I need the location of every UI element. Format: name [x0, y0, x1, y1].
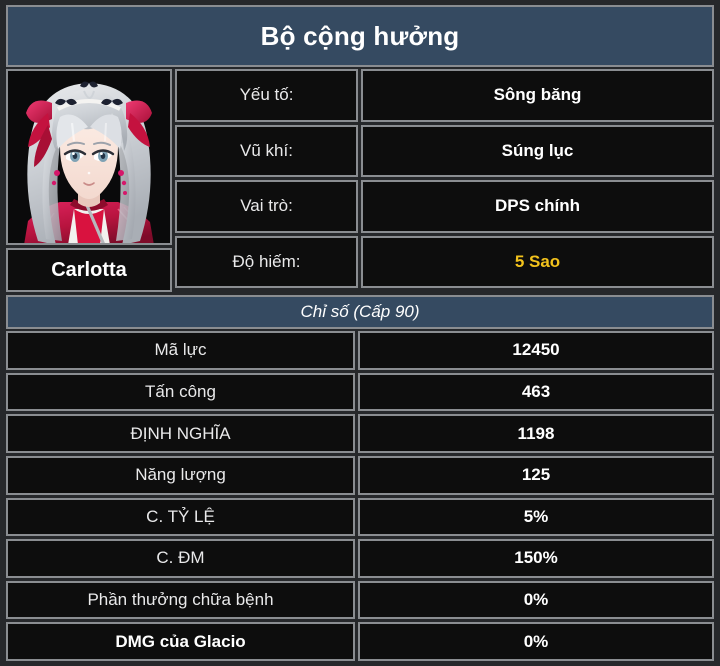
stats-section-title: Chỉ số (Cấp 90): [300, 302, 420, 321]
stat-value-glacio-dmg: 0%: [358, 622, 714, 661]
table-row: DMG của Glacio 0%: [6, 622, 714, 661]
character-portrait: [6, 69, 172, 245]
stat-label-healing-bonus: Phần thưởng chữa bệnh: [6, 580, 355, 620]
info-value-element: Sông băng: [361, 69, 714, 122]
stat-label-crit-rate: C. TỶ LỆ: [6, 497, 355, 537]
stat-value-energy: 125: [358, 455, 714, 495]
stat-label-crit-dmg: C. ĐM: [6, 539, 355, 578]
info-label-weapon: Vũ khí:: [175, 124, 358, 177]
stat-label-atk: Tấn công: [6, 372, 355, 412]
info-row: Vai trò: DPS chính: [175, 180, 714, 233]
stat-value-healing-bonus: 0%: [358, 580, 714, 620]
stat-value-atk: 463: [358, 372, 714, 412]
character-summary-section: Carlotta Yếu tố: Sông băng Vũ khí: Súng …: [6, 69, 714, 292]
info-label-role: Vai trò:: [175, 180, 358, 233]
stat-label-energy: Năng lượng: [6, 455, 355, 495]
character-name: Carlotta: [51, 258, 127, 281]
character-portrait-carlotta-icon: [8, 71, 170, 243]
info-label-element: Yếu tố:: [175, 69, 358, 122]
info-row: Độ hiếm: 5 Sao: [175, 235, 714, 288]
resonator-info-card: Bộ cộng hưởng Carlotta Yếu tố: Sông băng…: [0, 0, 720, 666]
info-row: Vũ khí: Súng lục: [175, 124, 714, 177]
stat-value-crit-dmg: 150%: [358, 539, 714, 578]
stats-table: Mã lực 12450 Tấn công 463 ĐỊNH NGHĨA 119…: [6, 331, 714, 661]
card-title-bar: Bộ cộng hưởng: [6, 5, 714, 67]
table-row: Năng lượng 125: [6, 455, 714, 495]
stat-value-crit-rate: 5%: [358, 497, 714, 537]
table-row: Mã lực 12450: [6, 331, 714, 370]
info-label-rarity: Độ hiếm:: [175, 235, 358, 288]
table-row: C. ĐM 150%: [6, 539, 714, 578]
character-info-column: Yếu tố: Sông băng Vũ khí: Súng lục Vai t…: [175, 69, 714, 292]
table-row: Tấn công 463: [6, 372, 714, 412]
table-row: ĐỊNH NGHĨA 1198: [6, 414, 714, 453]
table-row: Phần thưởng chữa bệnh 0%: [6, 580, 714, 620]
info-value-weapon: Súng lục: [361, 124, 714, 177]
stat-label-def: ĐỊNH NGHĨA: [6, 414, 355, 453]
info-row: Yếu tố: Sông băng: [175, 69, 714, 122]
stat-label-glacio-dmg: DMG của Glacio: [6, 622, 355, 661]
info-value-role: DPS chính: [361, 180, 714, 233]
stats-section-header: Chỉ số (Cấp 90): [6, 295, 714, 329]
stat-value-hp: 12450: [358, 331, 714, 370]
page-title: Bộ cộng hưởng: [260, 20, 460, 51]
info-value-rarity: 5 Sao: [361, 235, 714, 288]
stat-value-def: 1198: [358, 414, 714, 453]
character-name-cell: Carlotta: [6, 248, 172, 292]
portrait-column: Carlotta: [6, 69, 172, 292]
stat-label-hp: Mã lực: [6, 331, 355, 370]
table-row: C. TỶ LỆ 5%: [6, 497, 714, 537]
